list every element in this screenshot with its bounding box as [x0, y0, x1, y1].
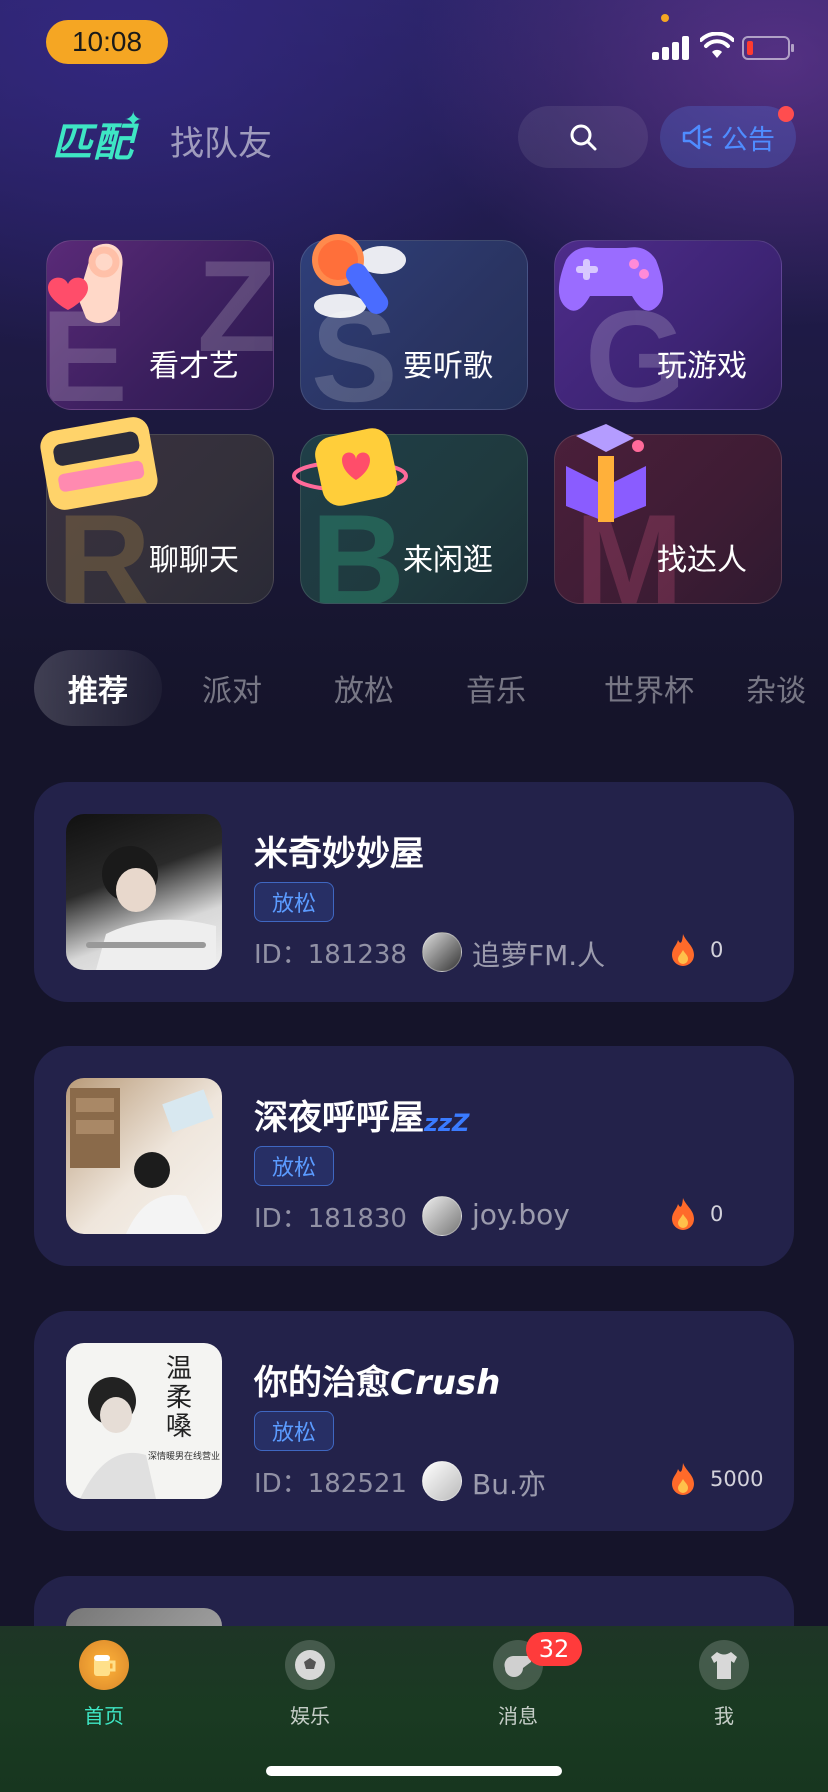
category-label: 找达人 [657, 543, 747, 578]
fire-icon [672, 1463, 694, 1495]
nav-me-label: 我 [714, 1704, 734, 1728]
room-heat: 0 [710, 938, 724, 962]
category-label: 聊聊天 [149, 543, 239, 578]
room-title-text: 你的治愈 [254, 1363, 390, 1403]
room-card[interactable]: 温柔嗓 深情暖男在线营业 你的治愈Crush 放松 ID：182521 Bu.亦… [34, 1311, 794, 1531]
megaphone-icon [682, 124, 713, 150]
search-icon [570, 124, 597, 151]
category-label: 来闲逛 [403, 543, 493, 578]
category-label: 要听歌 [403, 349, 493, 384]
cover-caption-text: 深情暖男在线营业 [148, 1452, 221, 1462]
status-bar: 10:08 [0, 0, 828, 90]
unread-count-badge: 32 [526, 1632, 582, 1666]
fire-icon [672, 1198, 694, 1230]
room-cover: 温柔嗓 深情暖男在线营业 [66, 1343, 222, 1499]
soccer-ball-icon [285, 1640, 335, 1690]
room-id: ID：182521 [254, 1469, 407, 1499]
home-indicator[interactable] [266, 1766, 562, 1776]
room-tag: 放松 [254, 1411, 334, 1451]
room-title-emphasis: Crush [390, 1363, 501, 1403]
room-title: 你的治愈Crush [254, 1355, 500, 1404]
top-header: 匹配 ✦ 找队友 公告 [0, 96, 828, 176]
room-title: 深夜呼呼屋zzZ [254, 1090, 469, 1139]
room-owner-name: Bu.亦 [472, 1468, 546, 1501]
nav-home-label: 首页 [84, 1704, 124, 1728]
nav-messages-label: 消息 [498, 1704, 538, 1728]
room-card[interactable]: 米奇妙妙屋 放松 ID：181238 追萝FM.人 0 [34, 782, 794, 1002]
room-id: ID：181830 [254, 1204, 407, 1234]
nav-me[interactable]: 我 [664, 1640, 784, 1730]
notice-button[interactable]: 公告 [660, 106, 796, 168]
tab-music[interactable]: 音乐 [446, 650, 546, 726]
tab-world-cup[interactable]: 世界杯 [584, 650, 714, 726]
sleep-zzz-icon: zzZ [424, 1109, 470, 1137]
ok-hand-heart-icon [48, 243, 123, 323]
battery-icon [742, 36, 794, 60]
filter-tabs: 推荐 派对 放松 音乐 世界杯 杂谈 [34, 650, 828, 726]
cassette-icon [40, 417, 158, 510]
room-owner-name: 追萝FM.人 [472, 939, 606, 972]
category-grid: E Z 看才艺 S 要听歌 G 玩游戏 R 聊聊天 B 来闲逛 M 找达人 [40, 234, 782, 604]
tab-chitchat[interactable]: 杂谈 [746, 650, 828, 726]
nav-entertainment-label: 娱乐 [290, 1704, 330, 1728]
notification-dot [778, 106, 794, 122]
avatar [422, 1196, 462, 1236]
gift-box-icon [566, 424, 646, 522]
room-heat: 5000 [710, 1467, 764, 1491]
room-tag: 放松 [254, 1146, 334, 1186]
room-heat: 0 [710, 1202, 724, 1226]
tab-recommend[interactable]: 推荐 [34, 650, 162, 726]
room-cover [66, 1078, 222, 1234]
tab-relax[interactable]: 放松 [314, 650, 414, 726]
room-title-text: 深夜呼呼屋 [254, 1098, 424, 1138]
search-button[interactable] [518, 106, 648, 168]
room-title: 米奇妙妙屋 [254, 834, 424, 874]
cover-title-text: 温柔嗓 [166, 1354, 193, 1442]
cellular-signal-icon [652, 36, 692, 60]
wifi-icon [700, 32, 734, 58]
tab-find-teammates[interactable]: 找队友 [170, 116, 272, 165]
gamepad-icon [558, 247, 664, 311]
category-label: 看才艺 [149, 349, 239, 384]
privacy-indicator-dot [661, 14, 669, 22]
room-id: ID：181238 [254, 940, 407, 970]
notice-label: 公告 [721, 124, 775, 156]
nav-home[interactable]: 首页 [44, 1640, 164, 1730]
room-cover [66, 814, 222, 970]
microphone-icon [312, 234, 406, 318]
nav-entertainment[interactable]: 娱乐 [250, 1640, 370, 1730]
avatar [422, 932, 462, 972]
fire-icon [672, 934, 694, 966]
sparkle-icon: ✦ [124, 108, 143, 133]
room-tag: 放松 [254, 882, 334, 922]
status-time: 10:08 [46, 20, 168, 64]
avatar [422, 1461, 462, 1501]
tab-match[interactable]: 匹配 [52, 110, 134, 168]
heart-speech-bubble-icon [292, 428, 408, 506]
tab-party[interactable]: 派对 [182, 650, 282, 726]
room-owner-name: joy.boy [472, 1198, 570, 1231]
jersey-icon [699, 1640, 749, 1690]
category-label: 玩游戏 [657, 349, 747, 384]
beer-mug-icon [79, 1640, 129, 1690]
room-card[interactable]: 深夜呼呼屋zzZ 放松 ID：181830 joy.boy 0 [34, 1046, 794, 1266]
